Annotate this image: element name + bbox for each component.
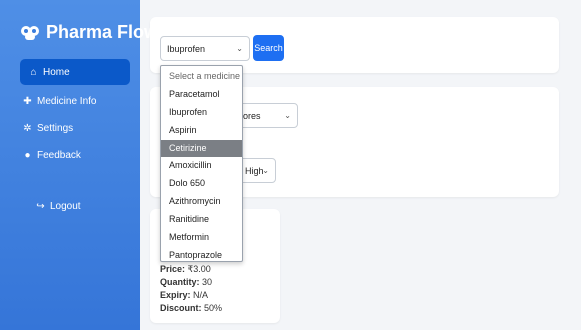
dropdown-option[interactable]: Dolo 650 [161, 175, 242, 193]
brand: Pharma Flow [20, 22, 158, 43]
gear-icon: ✲ [23, 123, 32, 134]
quantity-line: Quantity: 30 [160, 277, 213, 287]
dropdown-option[interactable]: Paracetamol [161, 86, 242, 104]
order-select-value: High [245, 165, 264, 176]
dropdown-placeholder: Select a medicine [169, 71, 241, 81]
chevron-down-icon: ⌄ [262, 166, 269, 175]
discount-line: Discount: 50% [160, 303, 223, 313]
dropdown-option[interactable]: Pantoprazole [161, 247, 242, 265]
sidebar-item-label: Settings [37, 123, 74, 134]
chevron-down-icon: ⌄ [284, 111, 291, 120]
medicine-icon: ✚ [23, 96, 32, 107]
dropdown-option[interactable]: Ibuprofen [161, 104, 242, 122]
sidebar-item-label: Feedback [37, 150, 81, 161]
price-line: Price: ₹3.00 [160, 264, 211, 274]
sidebar: Pharma Flow ⌂ Home ✚ Medicine Info ✲ Set… [0, 0, 158, 330]
medicine-dropdown-list: Select a medicine Paracetamol Ibuprofen … [160, 65, 243, 262]
dropdown-option[interactable]: Amoxicillin [161, 157, 242, 175]
dropdown-option[interactable]: Metformin [161, 229, 242, 247]
sidebar-item-label: Home [43, 66, 70, 78]
sort-select-value: ores [243, 110, 261, 121]
sidebar-item-label: Medicine Info [37, 96, 97, 107]
pill-logo-icon [21, 25, 39, 40]
sidebar-item-feedback[interactable]: ● Feedback [22, 150, 132, 161]
dropdown-option[interactable]: Aspirin [161, 122, 242, 140]
chat-icon: ● [24, 150, 31, 161]
medicine-select-value: Ibuprofen [167, 43, 206, 54]
sidebar-item-home[interactable]: ⌂ Home [20, 59, 130, 85]
logout-icon: ↪ [36, 201, 45, 212]
dropdown-option[interactable]: Ranitidine [161, 211, 242, 229]
medicine-select[interactable]: Ibuprofen ⌄ [160, 36, 250, 61]
dropdown-option-highlighted[interactable]: Cetirizine [161, 139, 242, 158]
dropdown-option[interactable]: Azithromycin [161, 193, 242, 211]
chevron-down-icon: ⌄ [236, 44, 243, 53]
sidebar-item-medicine-info[interactable]: ✚ Medicine Info [22, 96, 132, 107]
brand-name: Pharma Flow [46, 22, 159, 42]
logout-label: Logout [50, 201, 81, 212]
logout-button[interactable]: ↪ Logout [35, 201, 95, 212]
search-button[interactable]: Search [253, 35, 284, 61]
home-icon: ⌂ [30, 66, 37, 78]
expiry-line: Expiry: N/A [160, 290, 209, 300]
sidebar-item-settings[interactable]: ✲ Settings [22, 123, 132, 134]
